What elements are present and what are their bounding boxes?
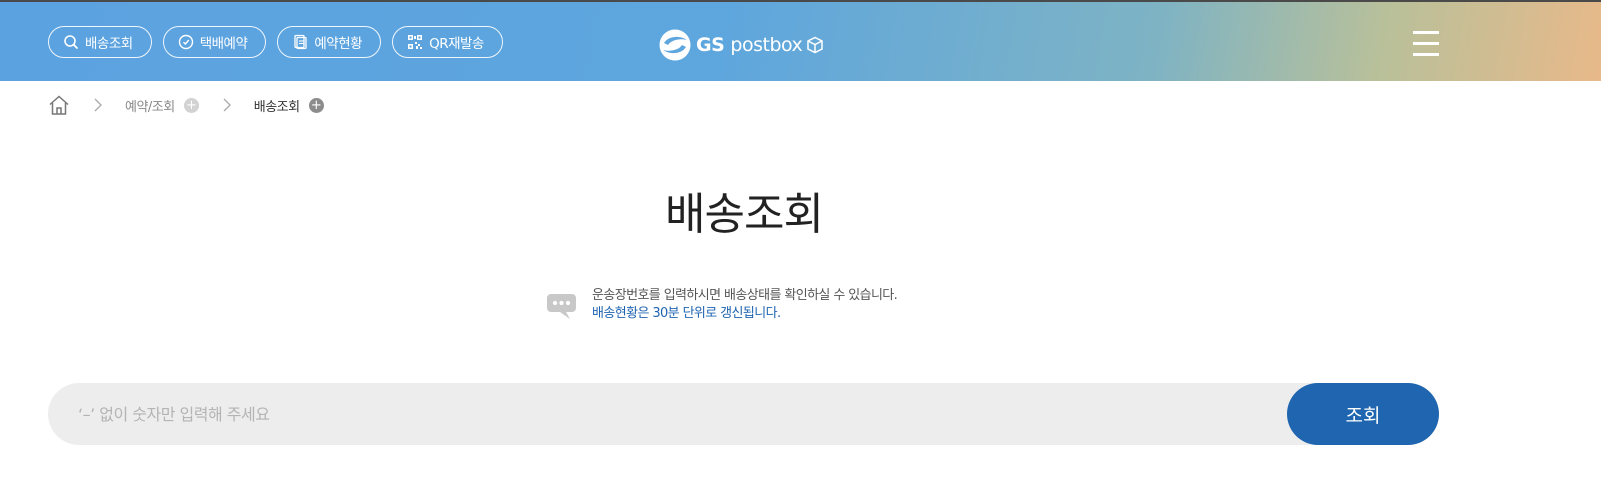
chevron-right-icon [222, 98, 232, 112]
plus-circle-icon[interactable]: + [183, 97, 199, 113]
document-icon [292, 34, 308, 50]
hamburger-menu-icon[interactable] [1413, 31, 1441, 56]
quick-nav-qr-resend-button[interactable]: QR재발송 [392, 26, 503, 58]
qr-code-icon [407, 34, 423, 50]
box-icon [807, 36, 824, 54]
search-button[interactable]: 조회 [1287, 383, 1439, 445]
quick-nav: 배송조회 택배예약 예약현황 QR재발송 [48, 26, 503, 58]
tracking-number-input[interactable] [48, 383, 1288, 445]
breadcrumb-item-tracking[interactable]: 배송조회 [254, 96, 300, 115]
quick-nav-label: 배송조회 [85, 36, 133, 52]
tracking-search-bar: 조회 [48, 383, 1439, 445]
breadcrumb-item-reservation[interactable]: 예약/조회 [125, 96, 175, 115]
page-title: 배송조회 [665, 189, 824, 240]
notice-line-update-interval: 배송현황은 30분 단위로 갱신됩니다. [592, 306, 781, 321]
quick-nav-label: QR재발송 [429, 36, 484, 52]
gs-swirl-logo-mark [659, 29, 691, 61]
quick-nav-label: 예약현황 [314, 36, 363, 52]
clock-icon [178, 34, 194, 50]
speech-bubble-icon [546, 291, 577, 321]
search-icon [63, 34, 79, 50]
chevron-right-icon [93, 98, 103, 112]
top-header: 배송조회 택배예약 예약현황 QR재발송 GS postbox [0, 0, 1601, 81]
quick-nav-status-button[interactable]: 예약현황 [277, 26, 382, 58]
notice-box: 운송장번호를 입력하시면 배송상태를 확인하실 수 있습니다. 배송현황은 30… [546, 287, 898, 323]
notice-line-instruction: 운송장번호를 입력하시면 배송상태를 확인하실 수 있습니다. [592, 288, 898, 303]
quick-nav-label: 택배예약 [199, 36, 248, 52]
quick-nav-track-button[interactable]: 배송조회 [48, 26, 152, 58]
notice-text: 운송장번호를 입력하시면 배송상태를 확인하실 수 있습니다. 배송현황은 30… [592, 287, 898, 323]
gs-postbox-logo[interactable]: GS postbox [658, 28, 824, 62]
breadcrumb: 예약/조회 + 배송조회 + [48, 93, 324, 117]
logo-text: GS postbox [696, 34, 803, 56]
plus-circle-icon[interactable]: + [308, 97, 324, 113]
home-icon[interactable] [48, 94, 70, 116]
quick-nav-reserve-button[interactable]: 택배예약 [162, 26, 267, 58]
